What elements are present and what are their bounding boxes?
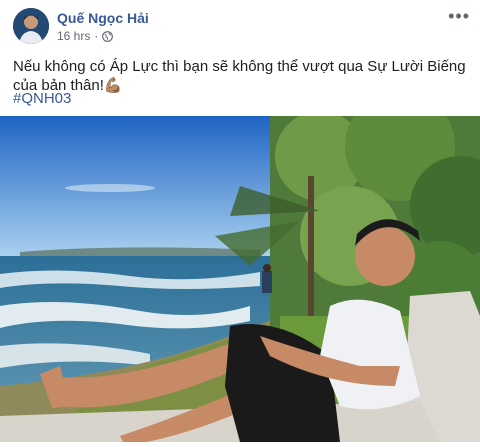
avatar[interactable] <box>13 8 49 44</box>
more-options-icon[interactable]: ••• <box>448 6 470 27</box>
meta-separator: · <box>94 29 99 43</box>
post-meta: 16 hrs · <box>57 29 114 43</box>
globe-icon[interactable] <box>102 30 114 42</box>
hashtag-link[interactable]: #QNH03 <box>13 90 71 107</box>
post-photo[interactable] <box>0 91 480 446</box>
timestamp[interactable]: 16 hrs <box>57 29 90 43</box>
post-text: Nếu không có Áp Lực thì bạn sẽ không thể… <box>13 57 468 95</box>
post-body: Nếu không có Áp Lực thì bạn sẽ không thể… <box>13 58 466 94</box>
post-header: Quế Ngọc Hải 16 hrs · ••• <box>0 0 480 50</box>
author-name[interactable]: Quế Ngọc Hải <box>57 10 149 26</box>
flexed-biceps-emoji: 💪🏽 <box>103 77 123 94</box>
